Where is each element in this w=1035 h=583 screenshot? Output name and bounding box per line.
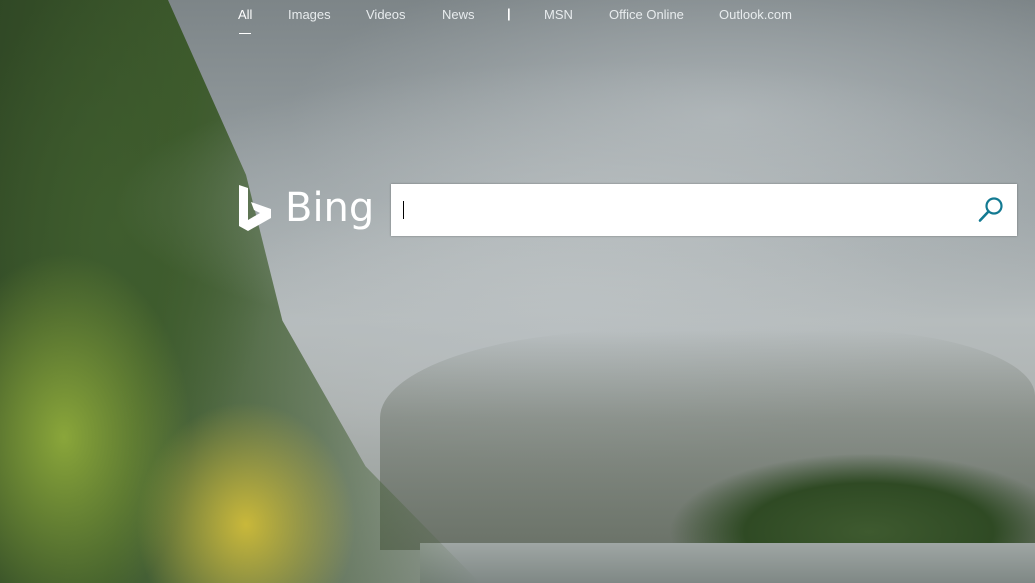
bing-b-icon — [239, 185, 271, 231]
nav-videos[interactable]: Videos — [366, 7, 406, 22]
nav-office-online[interactable]: Office Online — [609, 7, 684, 22]
bing-logo[interactable]: Bing — [238, 183, 374, 233]
search-box — [391, 184, 1017, 236]
nav-separator: | — [507, 6, 511, 21]
text-cursor — [403, 201, 404, 219]
bing-logo-text: Bing — [285, 185, 375, 231]
nav-all[interactable]: All — [238, 7, 252, 22]
background-image — [0, 0, 1035, 583]
top-navigation: All Images Videos News | MSN Office Onli… — [0, 0, 1035, 36]
nav-news[interactable]: News — [442, 7, 475, 22]
search-icon — [978, 197, 1003, 222]
search-input[interactable] — [403, 184, 963, 236]
nav-outlook[interactable]: Outlook.com — [719, 7, 792, 22]
nav-msn[interactable]: MSN — [544, 7, 573, 22]
search-button[interactable] — [965, 184, 1017, 236]
nav-images[interactable]: Images — [288, 7, 331, 22]
nav-active-indicator — [239, 33, 251, 34]
